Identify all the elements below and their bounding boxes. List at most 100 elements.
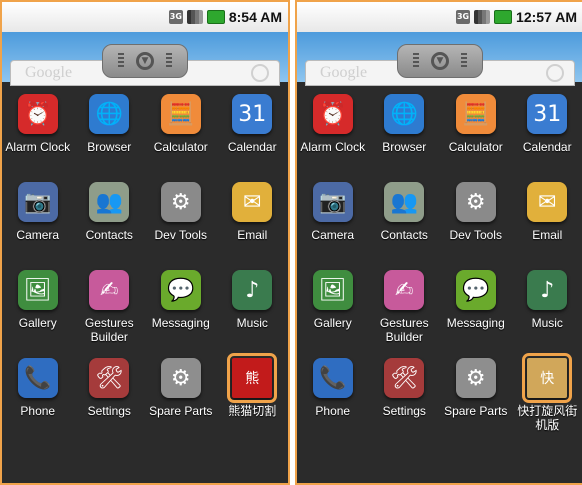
app-label: Dev Tools: [449, 228, 502, 242]
contacts-icon[interactable]: 👥: [384, 182, 425, 222]
phone-icon[interactable]: 📞: [312, 358, 353, 398]
calculator-icon[interactable]: 🧮: [455, 94, 496, 134]
gestures-icon[interactable]: ✍: [384, 270, 425, 310]
calendar-icon[interactable]: 31: [527, 94, 568, 134]
app-launcher-item[interactable]: 📞 Phone: [2, 354, 74, 442]
gear-icon[interactable]: ⚙: [160, 182, 201, 222]
app-launcher-item[interactable]: 🧮 Calculator: [145, 90, 217, 178]
app-launcher-item[interactable]: 📷 Camera: [2, 178, 74, 266]
globe-icon[interactable]: 🌐: [89, 94, 130, 134]
email-icon[interactable]: ✉: [232, 182, 273, 222]
app-launcher-item[interactable]: 31 Calendar: [512, 90, 582, 178]
app-launcher-item[interactable]: 💬 Messaging: [440, 266, 512, 354]
game-icon[interactable]: 熊: [227, 353, 278, 403]
app-label: Calculator: [153, 140, 208, 154]
search-widget-text: Google: [320, 64, 368, 81]
app-drawer-handle[interactable]: ▼: [397, 44, 483, 78]
app-label: Music: [531, 316, 563, 330]
grip-icon: [118, 53, 124, 69]
search-icon[interactable]: [251, 64, 269, 82]
app-launcher-item[interactable]: 💬 Messaging: [145, 266, 217, 354]
alarm-clock-icon[interactable]: ⏰: [17, 94, 58, 134]
app-label: Alarm Clock: [5, 140, 71, 154]
game-icon[interactable]: 快: [522, 353, 573, 403]
app-launcher-item[interactable]: ⚙ Dev Tools: [440, 178, 512, 266]
app-launcher-item[interactable]: ⚙ Spare Parts: [145, 354, 217, 442]
app-grid: ⏰ Alarm Clock 🌐 Browser 🧮 Calculator 31 Calenda…: [297, 90, 582, 442]
app-launcher-item[interactable]: ⏰ Alarm Clock: [297, 90, 369, 178]
app-launcher-item[interactable]: 🖼 Gallery: [2, 266, 74, 354]
music-icon[interactable]: ♪: [232, 270, 273, 310]
app-launcher-item[interactable]: ✉ Email: [217, 178, 289, 266]
app-label: Gallery: [313, 316, 352, 330]
app-launcher-item[interactable]: 快快打旋风街机版: [512, 353, 582, 442]
status-time: 12:57 AM: [516, 9, 577, 25]
app-label: Messaging: [151, 316, 210, 330]
phone-icon[interactable]: 📞: [17, 358, 58, 398]
app-label: Phone: [20, 404, 56, 418]
app-launcher-item[interactable]: ⚙ Spare Parts: [440, 354, 512, 442]
phone-screen-right: 3G 12:57 AM Google ▼ ⏰ Alarm Clock 🌐 Browse…: [295, 0, 582, 485]
settings-icon[interactable]: 🛠: [89, 358, 130, 398]
app-label: Calendar: [522, 140, 572, 154]
app-launcher-item[interactable]: 🛠 Settings: [74, 354, 146, 442]
grip-icon: [413, 53, 419, 69]
app-launcher-item[interactable]: ✍ Gestures Builder: [369, 266, 441, 354]
gear-icon[interactable]: ⚙: [455, 182, 496, 222]
app-label: Gallery: [18, 316, 57, 330]
app-label: Email: [532, 228, 563, 242]
status-bar: 3G 12:57 AM: [297, 2, 582, 32]
camera-icon[interactable]: 📷: [17, 182, 58, 222]
app-launcher-item[interactable]: 👥 Contacts: [369, 178, 441, 266]
grip-icon: [461, 53, 467, 69]
gallery-icon[interactable]: 🖼: [312, 270, 353, 310]
app-launcher-item[interactable]: 31 Calendar: [217, 90, 289, 178]
settings-icon[interactable]: 🛠: [384, 358, 425, 398]
app-drawer-handle[interactable]: ▼: [102, 44, 188, 78]
camera-icon[interactable]: 📷: [312, 182, 353, 222]
music-icon[interactable]: ♪: [527, 270, 568, 310]
message-icon[interactable]: 💬: [455, 270, 496, 310]
app-launcher-item[interactable]: ⏰ Alarm Clock: [2, 90, 74, 178]
app-launcher-item[interactable]: ✍ Gestures Builder: [74, 266, 146, 354]
app-label: Contacts: [85, 228, 133, 242]
app-label: Contacts: [380, 228, 428, 242]
app-label: Spare Parts: [149, 404, 213, 418]
phone-screen-left: 3G 8:54 AM Google ▼ ⏰ Alarm Clock 🌐 Browser…: [0, 0, 290, 485]
email-icon[interactable]: ✉: [527, 182, 568, 222]
signal-icon: [186, 10, 203, 24]
app-launcher-item[interactable]: 🧮 Calculator: [440, 90, 512, 178]
status-bar: 3G 8:54 AM: [2, 2, 288, 32]
app-launcher-item[interactable]: ⚙ Dev Tools: [145, 178, 217, 266]
message-icon[interactable]: 💬: [160, 270, 201, 310]
app-label: Settings: [87, 404, 131, 418]
search-icon[interactable]: [546, 64, 564, 82]
app-launcher-item[interactable]: 熊熊猫切割: [217, 353, 289, 442]
3g-icon: 3G: [168, 10, 183, 24]
app-launcher-item[interactable]: ♪ Music: [512, 266, 582, 354]
app-launcher-item[interactable]: 👥 Contacts: [74, 178, 146, 266]
alarm-clock-icon[interactable]: ⏰: [312, 94, 353, 134]
app-launcher-item[interactable]: 🛠 Settings: [369, 354, 441, 442]
gestures-icon[interactable]: ✍: [89, 270, 130, 310]
calendar-icon[interactable]: 31: [232, 94, 273, 134]
app-launcher-item[interactable]: ♪ Music: [217, 266, 289, 354]
calculator-icon[interactable]: 🧮: [160, 94, 201, 134]
app-label: Calendar: [227, 140, 277, 154]
battery-icon: [206, 10, 225, 24]
app-label: Spare Parts: [444, 404, 508, 418]
spare-parts-icon[interactable]: ⚙: [455, 358, 496, 398]
app-launcher-item[interactable]: ✉ Email: [512, 178, 582, 266]
grip-icon: [166, 53, 172, 69]
app-launcher-item[interactable]: 📷 Camera: [297, 178, 369, 266]
app-launcher-item[interactable]: 📞 Phone: [297, 354, 369, 442]
app-launcher-item[interactable]: 🌐 Browser: [369, 90, 441, 178]
battery-icon: [494, 10, 513, 24]
spare-parts-icon[interactable]: ⚙: [160, 358, 201, 398]
globe-icon[interactable]: 🌐: [384, 94, 425, 134]
signal-icon: [474, 10, 491, 24]
gallery-icon[interactable]: 🖼: [17, 270, 58, 310]
contacts-icon[interactable]: 👥: [89, 182, 130, 222]
app-launcher-item[interactable]: 🌐 Browser: [74, 90, 146, 178]
app-launcher-item[interactable]: 🖼 Gallery: [297, 266, 369, 354]
